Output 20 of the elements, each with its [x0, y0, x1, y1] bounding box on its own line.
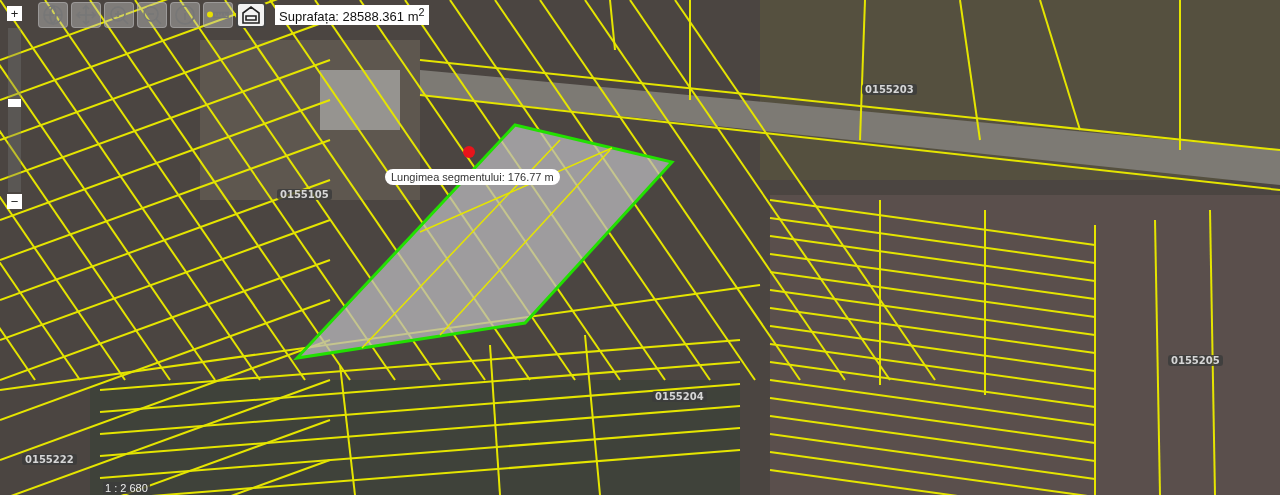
segment-length-tooltip: Lungimea segmentului: 176.77 m [385, 169, 560, 185]
parcel-number-label: 0155205 [1168, 355, 1223, 366]
measure-point-marker [463, 146, 475, 158]
zoom-out-button[interactable]: − [7, 194, 22, 209]
zoom-in-icon [108, 4, 130, 26]
parcel-number-label: 0155222 [22, 454, 77, 465]
parcel-number-label: 0155203 [862, 84, 917, 95]
zoom-out-icon [141, 4, 163, 26]
map-scale-label: 1 : 2 680 [103, 482, 150, 494]
zoom-slider[interactable] [8, 28, 21, 192]
zoom-in-button[interactable]: + [7, 6, 22, 21]
pan-arrows-icon [75, 4, 97, 26]
info-icon [174, 4, 196, 26]
parcel-number-label: 0155204 [652, 391, 707, 402]
parcel-number-label: 0155105 [277, 189, 332, 200]
house-outline-icon [240, 4, 262, 26]
zoom-slider-thumb[interactable] [8, 99, 21, 108]
globe-icon [42, 4, 64, 26]
map-tool-button[interactable] [236, 2, 266, 28]
area-readout: Suprafața: 28588.361 m$^{2}$ [275, 4, 429, 26]
